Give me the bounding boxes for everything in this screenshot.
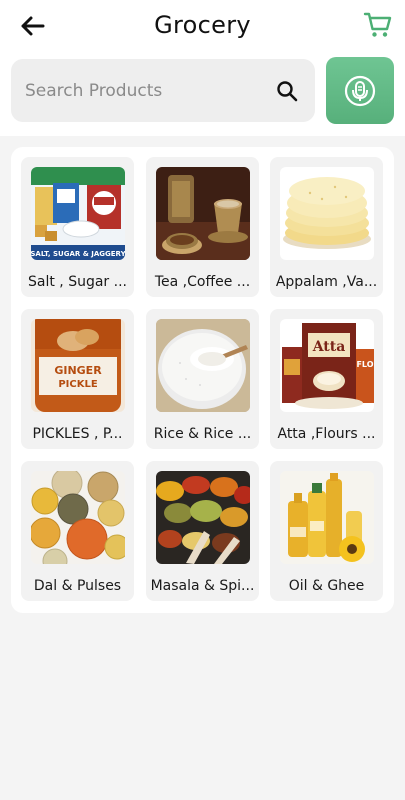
category-tile-oil-ghee[interactable]: Oil & Ghee: [270, 461, 383, 601]
category-label: PICKLES , P...: [32, 426, 123, 442]
oil-ghee-image: [280, 471, 374, 564]
appalam-image: [280, 167, 374, 260]
category-tile-dal-pulses[interactable]: Dal & Pulses: [21, 461, 134, 601]
category-label: Oil & Ghee: [288, 578, 365, 594]
shopping-cart-icon: [363, 12, 392, 37]
svg-text:PICKLE: PICKLE: [58, 379, 98, 390]
dal-pulses-image: [31, 471, 125, 564]
cart-button[interactable]: [361, 8, 395, 42]
search-input[interactable]: [25, 79, 265, 103]
category-tile-atta-flours[interactable]: FLO Atta Atta ,Flours ...: [270, 309, 383, 449]
category-tile-masala-spices[interactable]: Masala & Spi...: [146, 461, 259, 601]
svg-text:GINGER: GINGER: [54, 364, 102, 377]
search-icon[interactable]: [275, 79, 299, 103]
salt-sugar-jaggery-image: SALT, SUGAR & JAGGERY: [31, 167, 125, 260]
category-tile-rice[interactable]: Rice & Rice ...: [146, 309, 259, 449]
svg-text:Atta: Atta: [312, 339, 346, 355]
rice-image: [156, 319, 250, 412]
category-tile-pickles[interactable]: GINGER PICKLE PICKLES , P...: [21, 309, 134, 449]
svg-text:SALT, SUGAR & JAGGERY: SALT, SUGAR & JAGGERY: [31, 250, 125, 258]
category-label: Tea ,Coffee ...: [154, 274, 251, 290]
voice-search-button[interactable]: [326, 57, 394, 124]
app-header: Grocery: [0, 0, 405, 52]
category-tile-salt-sugar[interactable]: SALT, SUGAR & JAGGERY Salt , Sugar ...: [21, 157, 134, 297]
category-label: Rice & Rice ...: [153, 426, 252, 442]
category-label: Salt , Sugar ...: [28, 274, 127, 290]
category-label: Atta ,Flours ...: [277, 426, 376, 442]
category-label: Appalam ,Va...: [275, 274, 378, 290]
category-tile-appalam[interactable]: Appalam ,Va...: [270, 157, 383, 297]
category-tile-tea-coffee[interactable]: Tea ,Coffee ...: [146, 157, 259, 297]
microphone-icon: [344, 75, 376, 106]
category-grid: SALT, SUGAR & JAGGERY Salt , Sugar ... T…: [11, 147, 394, 613]
svg-text:FLO: FLO: [356, 360, 373, 369]
page-title: Grocery: [154, 11, 251, 39]
search-bar-row: [0, 52, 405, 136]
ginger-pickle-image: GINGER PICKLE: [31, 319, 125, 412]
atta-flour-image: FLO Atta: [280, 319, 374, 412]
category-label: Dal & Pulses: [33, 578, 122, 594]
masala-spices-image: [156, 471, 250, 564]
search-box[interactable]: [11, 59, 315, 122]
category-label: Masala & Spi...: [150, 578, 255, 594]
tea-coffee-image: [156, 167, 250, 260]
